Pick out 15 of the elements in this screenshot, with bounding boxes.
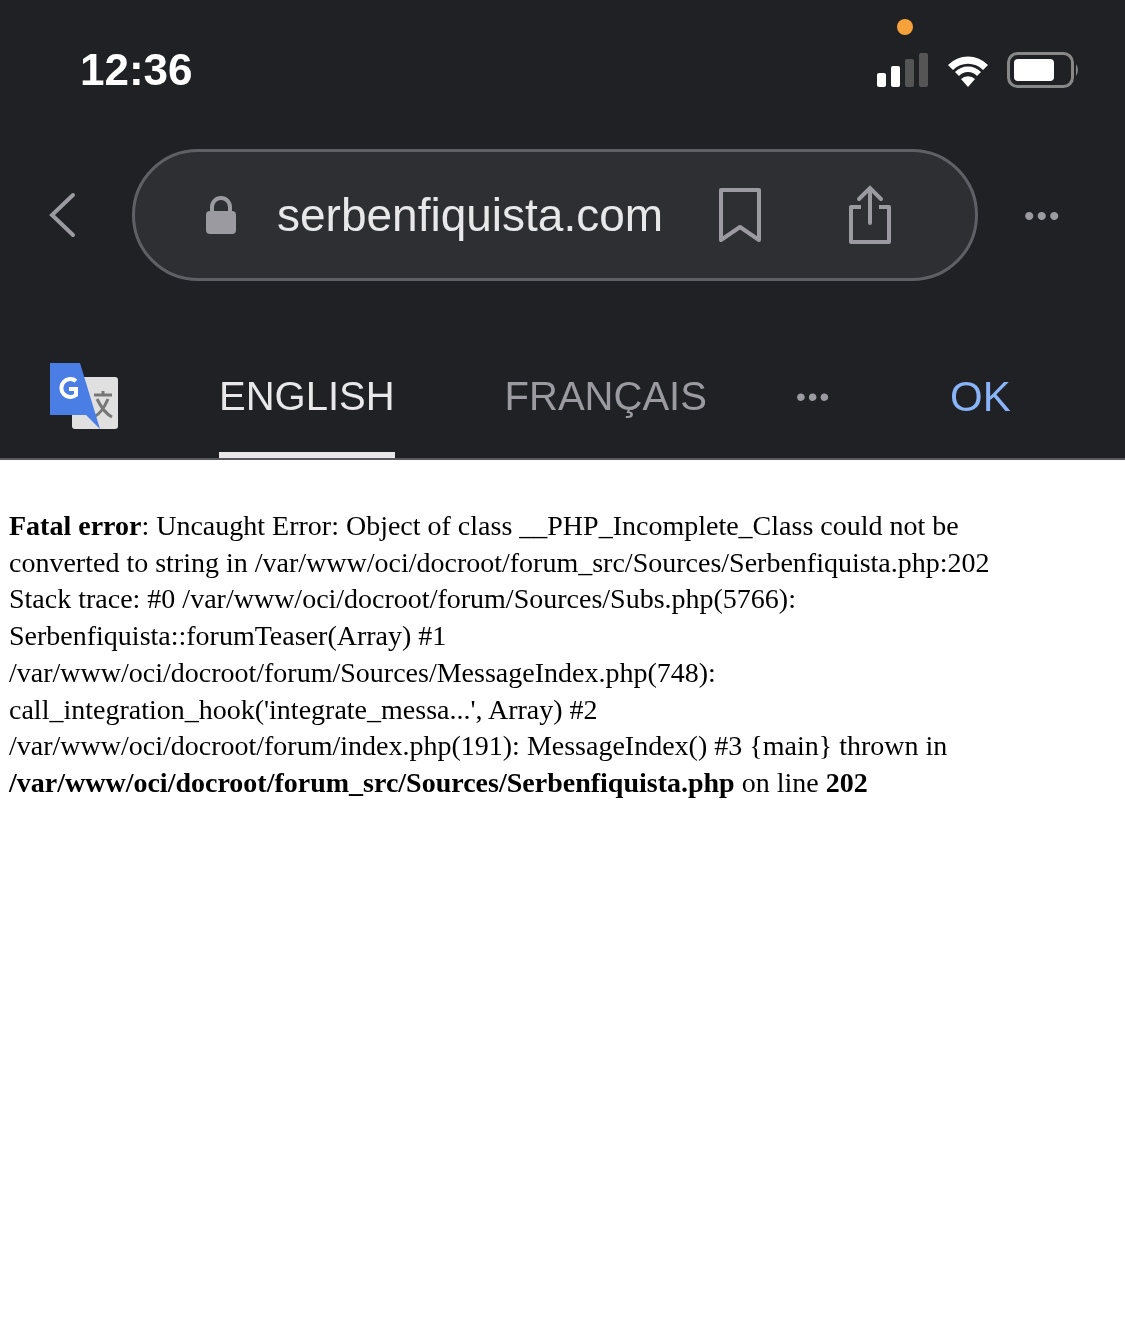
- clock: 12:36: [80, 44, 193, 96]
- bookmark-icon[interactable]: [718, 187, 763, 243]
- more-button[interactable]: •••: [1024, 192, 1062, 238]
- lock-icon: [205, 196, 237, 234]
- ok-button[interactable]: OK: [950, 365, 1011, 428]
- signal-icon: [877, 53, 929, 87]
- language-tab[interactable]: FRANÇAIS: [504, 366, 707, 458]
- privacy-indicator-icon: [897, 19, 913, 35]
- battery-icon: [1007, 52, 1081, 88]
- translate-icon: [50, 363, 118, 429]
- address-bar[interactable]: serbenfiquista.com: [132, 149, 978, 281]
- url-text: serbenfiquista.com: [277, 187, 664, 243]
- error-message: Fatal error: Uncaught Error: Object of class __PHP_Incomplete_Class could not be converted to string in /var/www/oci/docroot/forum_src/Sources/Serbenfiquista.php:202 Stack trace: #0 /var/www/oci/docroot/forum/Sources/Subs.php(5766): Serbenfiquista::forumTeaser(Array) #1 /var/www/oci/docroot/forum/Sources/MessageIndex.php(748): call_integration_hook('integrate_messa...', Array) #2 /var/www/oci/docroot/forum/index.php(191): MessageIndex() #3 {main} thrown in /var/www/oci/docroot/forum_src/Sources/Serbenfiquista.php on line 202: [8, 509, 991, 800]
- more-button[interactable]: •••: [796, 376, 832, 418]
- back-icon[interactable]: [48, 192, 76, 238]
